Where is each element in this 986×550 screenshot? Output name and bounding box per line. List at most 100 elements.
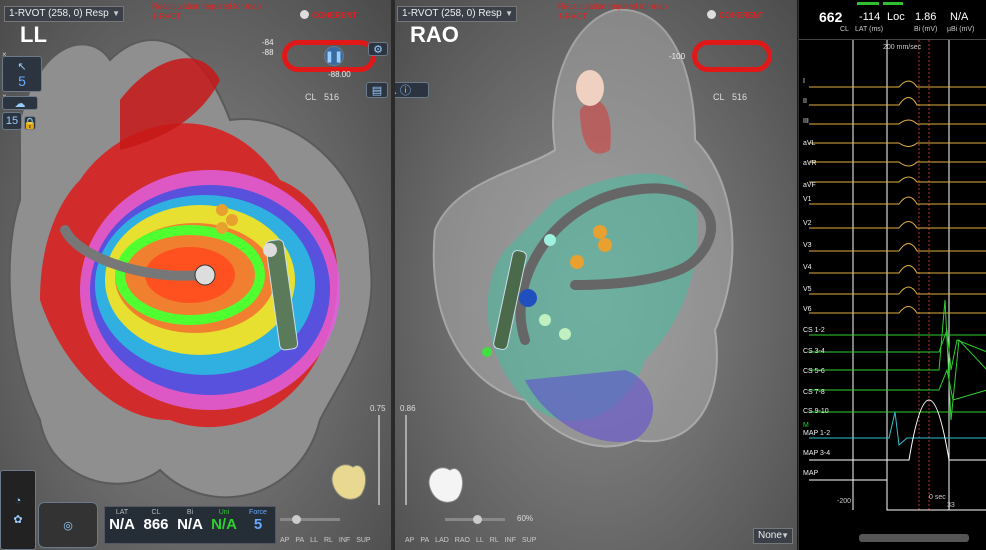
view-btn-rl[interactable]: RL bbox=[490, 537, 499, 544]
cl-readout: CL 516 bbox=[713, 92, 748, 102]
left-tool-column[interactable]: ◔ ✿ bbox=[0, 470, 36, 550]
view-btn-ll[interactable]: LL bbox=[476, 537, 484, 544]
view-orientation-label: LL bbox=[20, 22, 47, 47]
lead-label: V4 bbox=[803, 264, 812, 271]
lead-label: III bbox=[803, 118, 809, 125]
layer-count[interactable]: 15 bbox=[2, 112, 22, 130]
tag bbox=[216, 204, 228, 216]
scale-value: 0.86 bbox=[400, 404, 416, 413]
lead-label: CS 7-8 bbox=[803, 389, 825, 396]
heart-orientation-icon[interactable] bbox=[323, 455, 373, 505]
lead-label: aVR bbox=[803, 160, 817, 167]
lead-label: V1 bbox=[803, 196, 812, 203]
map-tools-icon[interactable]: ⚙ bbox=[368, 42, 388, 56]
pause-button[interactable]: ❚❚ bbox=[324, 46, 344, 66]
ecg-scrollbar[interactable] bbox=[859, 534, 969, 542]
time-scale-label: 200 mm/sec bbox=[883, 44, 922, 51]
catheter-icon: ◔ bbox=[14, 494, 22, 507]
lead-label: V2 bbox=[803, 220, 812, 227]
coherent-indicator: COHERENT bbox=[707, 10, 764, 20]
coherent-icon bbox=[300, 10, 309, 19]
bi-value: N/A bbox=[177, 516, 203, 533]
view-btn-inf[interactable]: INF bbox=[505, 537, 516, 544]
electrode-tip bbox=[263, 243, 277, 257]
cl-readout: CL 516 bbox=[305, 92, 340, 102]
time-tick: 33 bbox=[947, 502, 955, 509]
view-btn-rao[interactable]: RAO bbox=[455, 537, 470, 544]
force-value: 5 bbox=[253, 516, 263, 533]
view-buttons: AP PA LL RL INF SUP bbox=[280, 514, 371, 550]
none-dropdown[interactable]: None ▼ bbox=[753, 528, 793, 544]
rotate-icon: ◎ bbox=[63, 519, 73, 532]
signal-indicator bbox=[857, 2, 879, 5]
tag bbox=[544, 234, 556, 246]
lead-label: CS 9-10 bbox=[803, 408, 829, 415]
tag bbox=[559, 328, 571, 340]
tag bbox=[598, 238, 612, 252]
view-btn-sup[interactable]: SUP bbox=[356, 537, 370, 544]
navigation-pad[interactable]: ◎ bbox=[38, 502, 98, 548]
display-tool[interactable]: ☁ bbox=[2, 96, 38, 110]
lead-label: CS 3-4 bbox=[803, 348, 825, 355]
tag bbox=[570, 255, 584, 269]
time-tick: -200 bbox=[837, 498, 852, 505]
ecg-traces[interactable] bbox=[799, 40, 986, 550]
left-map-view[interactable]: 1-RVOT (258, 0) Resp ▼ Recalculation requ… bbox=[0, 0, 391, 550]
map-lead-12 bbox=[809, 411, 986, 446]
lead-label: M bbox=[803, 422, 809, 429]
cl-value: 662 bbox=[819, 9, 843, 25]
lead-label: MAP bbox=[803, 470, 819, 477]
view-btn-ap[interactable]: AP bbox=[405, 537, 414, 544]
map-selector-dropdown[interactable]: 1-RVOT (258, 0) Resp ▼ bbox=[4, 6, 124, 22]
coherent-indicator: COHERENT bbox=[300, 10, 357, 20]
pointer-tool[interactable]: ↖ 5 bbox=[2, 56, 42, 92]
lat-value: N/A bbox=[109, 516, 135, 533]
view-orientation-label: RAO bbox=[410, 22, 459, 47]
surface-ecg-leads bbox=[809, 80, 986, 314]
view-btn-pa[interactable]: PA bbox=[420, 537, 429, 544]
tag bbox=[482, 347, 492, 357]
recalc-warning: Recalculation required for map 1-RVOT bbox=[558, 2, 667, 21]
view-btn-lad[interactable]: LAD bbox=[435, 537, 449, 544]
pointer-icon: ↖ bbox=[17, 60, 27, 73]
uni-value: N/A bbox=[950, 11, 969, 23]
tag bbox=[539, 314, 551, 326]
signal-indicator bbox=[883, 2, 903, 5]
heart-orientation-icon[interactable] bbox=[420, 458, 470, 508]
view-btn-ap[interactable]: AP bbox=[280, 537, 289, 544]
recalc-warning: Recalculation required for map 1-RVOT bbox=[152, 2, 261, 21]
ring-value-top: -84 bbox=[262, 38, 274, 47]
lead-label: V5 bbox=[803, 286, 812, 293]
zoom-slider[interactable] bbox=[405, 415, 407, 505]
lead-label: aVL bbox=[803, 140, 816, 147]
view-btn-rl[interactable]: RL bbox=[324, 537, 333, 544]
lead-label: II bbox=[803, 98, 807, 105]
cs-leads bbox=[809, 299, 986, 421]
lock-icon[interactable]: 🔒 bbox=[23, 116, 37, 130]
view-btn-ll[interactable]: LL bbox=[310, 537, 318, 544]
uni-value: N/A bbox=[211, 516, 237, 533]
lead-label: V6 bbox=[803, 306, 812, 313]
view-btn-pa[interactable]: PA bbox=[295, 537, 304, 544]
catheter-ring bbox=[692, 40, 772, 72]
ecg-panel[interactable]: 662 CL -114 LAT (ms) Loc 1.86 Bi (mV) N/… bbox=[798, 0, 986, 550]
ring-value-left: -100 bbox=[669, 52, 686, 61]
map-selector-dropdown[interactable]: 1-RVOT (258, 0) Resp ▼ bbox=[397, 6, 517, 22]
ecg-header: 662 CL -114 LAT (ms) Loc 1.86 Bi (mV) N/… bbox=[799, 0, 986, 40]
view-btn-inf[interactable]: INF bbox=[339, 537, 350, 544]
catheter-tools[interactable]: ⚠ ⓘ bbox=[395, 82, 429, 98]
orientation-head-icon bbox=[576, 70, 604, 106]
lead-label: CS 5-6 bbox=[803, 368, 825, 375]
view-btn-sup[interactable]: SUP bbox=[522, 537, 536, 544]
right-map-view[interactable]: 1-RVOT (258, 0) Resp ▼ Recalculation requ… bbox=[395, 0, 797, 550]
time-tick: 0 sec bbox=[929, 494, 946, 501]
lead-label: MAP 3-4 bbox=[803, 450, 831, 457]
lead-label: V3 bbox=[803, 242, 812, 249]
zoom-slider[interactable] bbox=[378, 415, 380, 505]
lead-label: MAP 1-2 bbox=[803, 430, 831, 437]
map-leads bbox=[809, 399, 986, 511]
tag-settings-icon[interactable]: ▤ bbox=[366, 82, 388, 98]
bi-value: 1.86 bbox=[915, 11, 937, 23]
ablation-tip bbox=[194, 264, 216, 286]
scale-value: 0.75 bbox=[370, 404, 386, 413]
